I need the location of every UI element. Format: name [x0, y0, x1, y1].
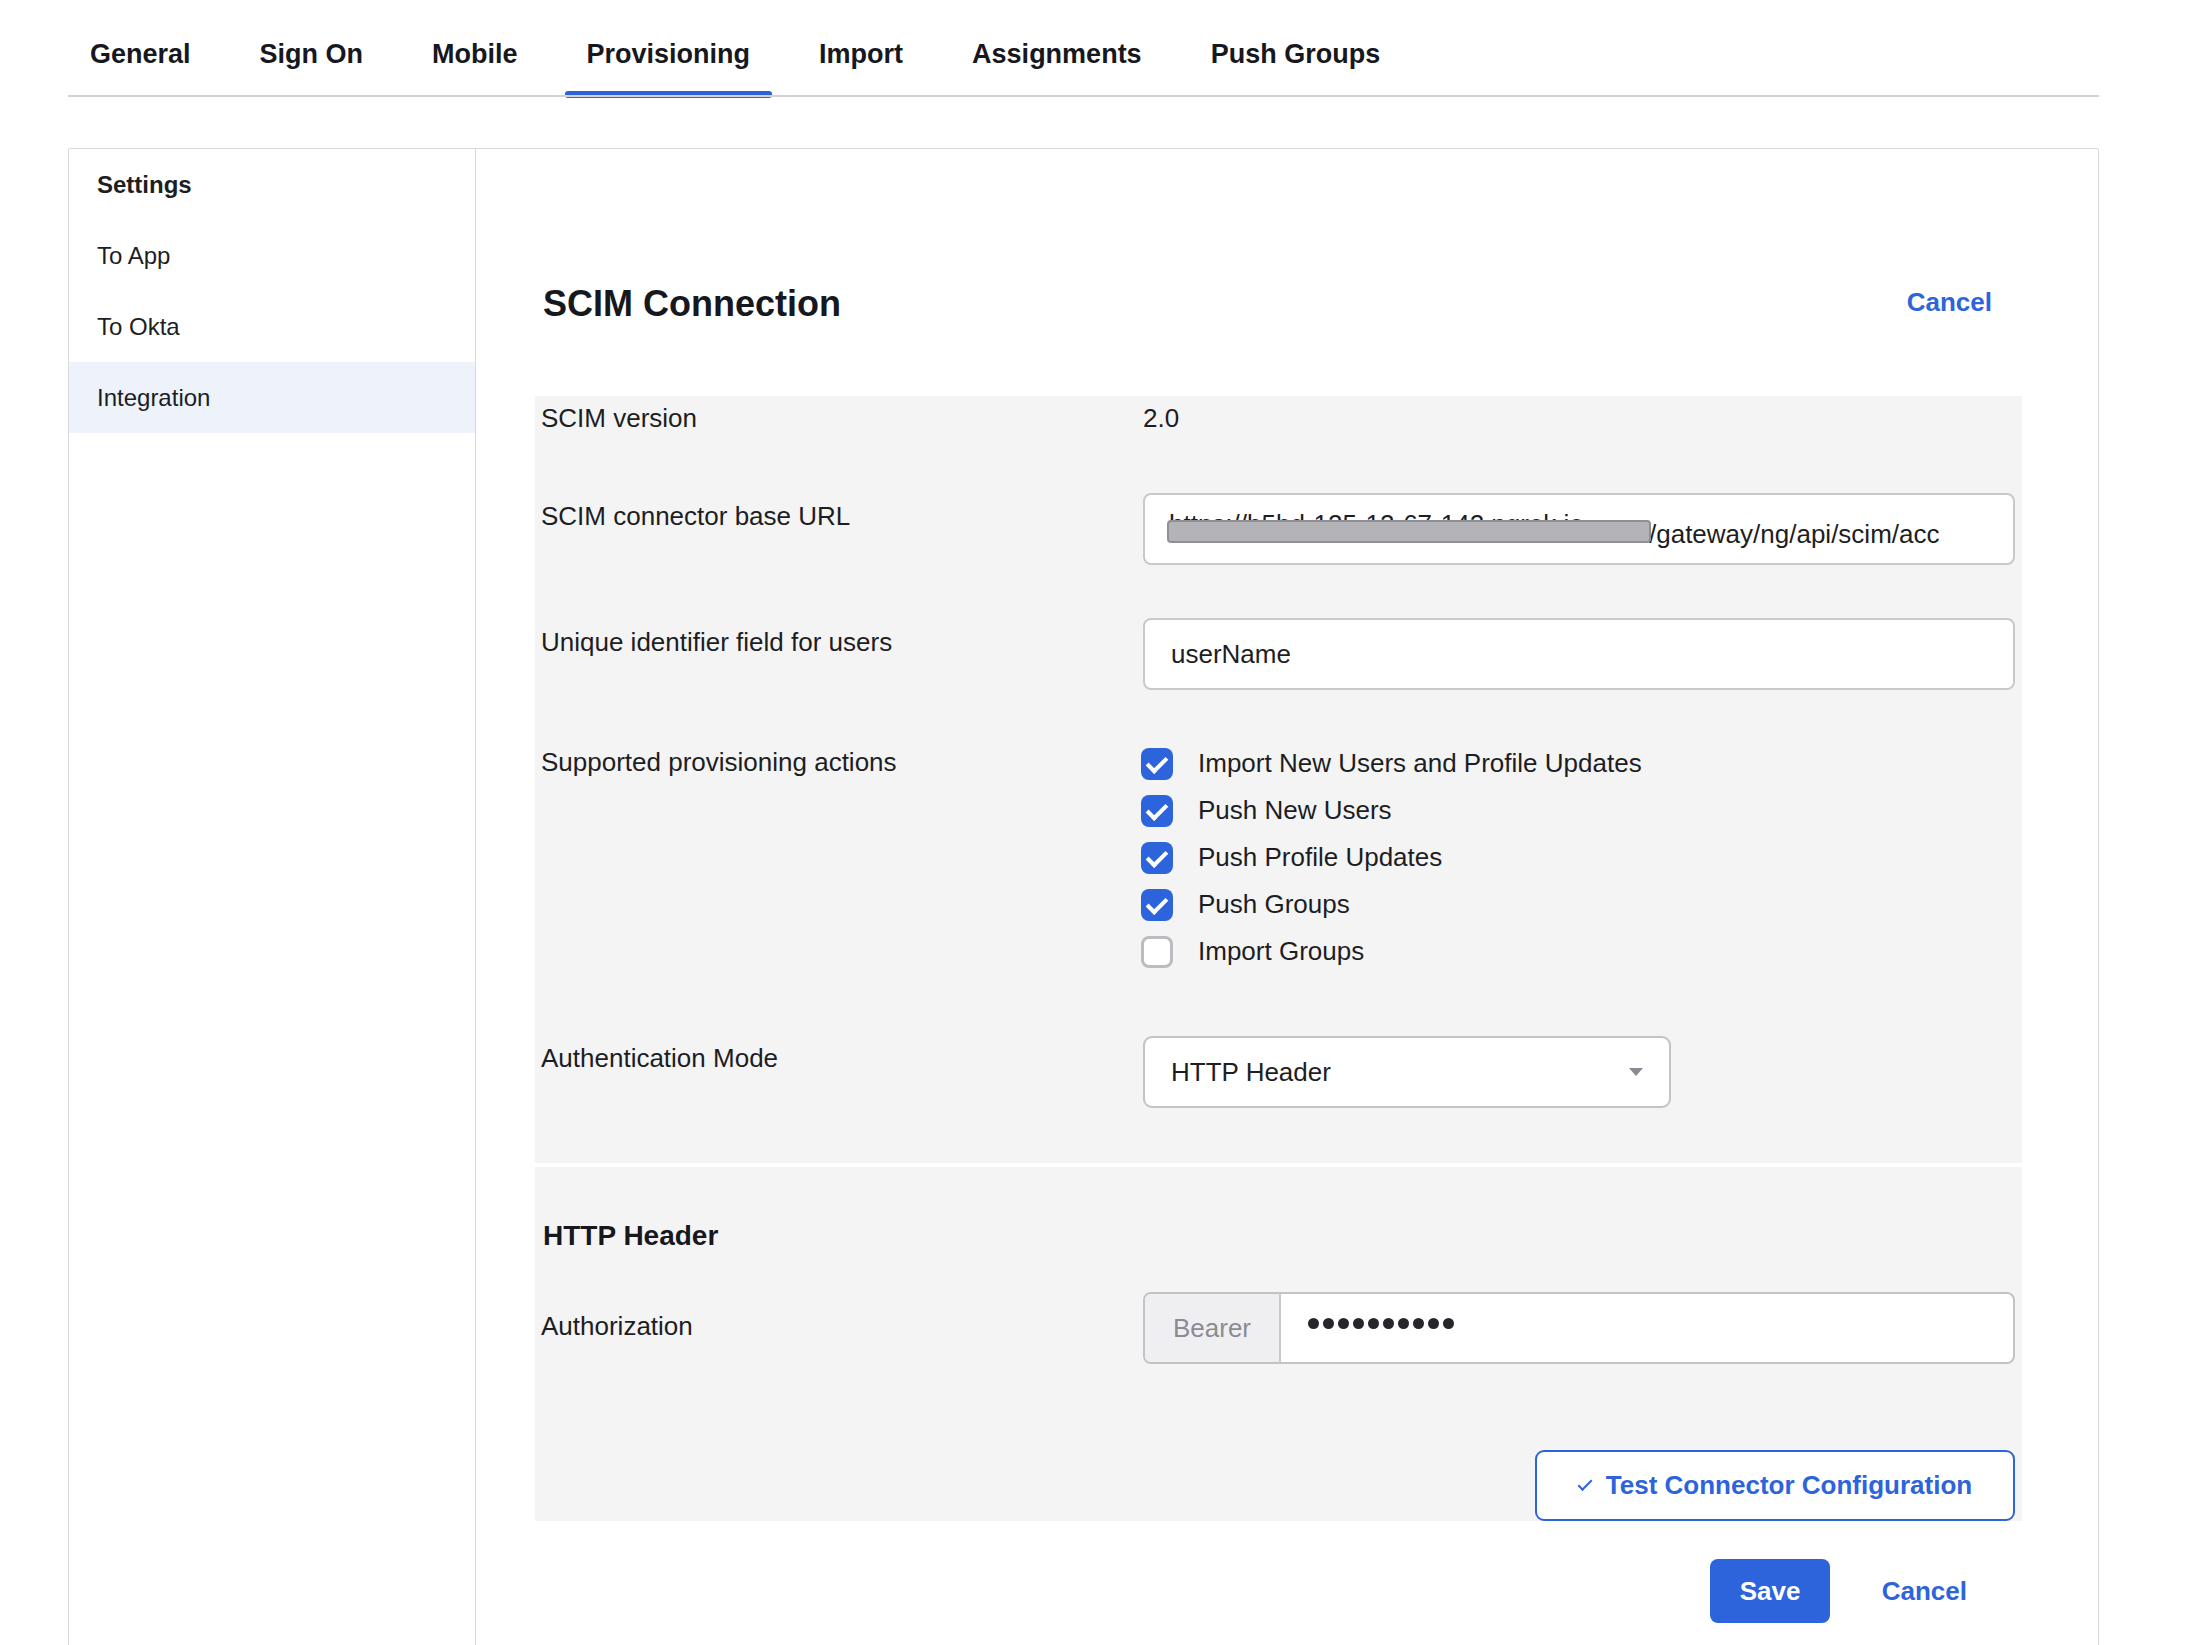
password-dot: [1413, 1318, 1424, 1329]
password-dot: [1428, 1318, 1439, 1329]
checkbox-label: Push Profile Updates: [1198, 842, 1442, 873]
checkbox-label: Import New Users and Profile Updates: [1198, 748, 1642, 779]
auth-mode-select[interactable]: HTTP Header: [1143, 1036, 1671, 1108]
tab-provisioning[interactable]: Provisioning: [565, 0, 773, 98]
settings-sidebar: Settings To App To Okta Integration: [69, 149, 476, 1645]
actions-label: Supported provisioning actions: [541, 747, 897, 778]
tab-assignments[interactable]: Assignments: [950, 0, 1164, 98]
cancel-link-top[interactable]: Cancel: [1880, 287, 1992, 318]
checkbox-row: Import New Users and Profile Updates: [1141, 739, 1642, 788]
password-dot: [1323, 1318, 1334, 1329]
unique-id-label: Unique identifier field for users: [541, 627, 892, 658]
checkbox-label: Push Groups: [1198, 889, 1350, 920]
cancel-link-bottom[interactable]: Cancel: [1855, 1576, 1967, 1607]
unique-id-input[interactable]: userName: [1143, 618, 2015, 690]
test-connector-button[interactable]: Test Connector Configuration: [1535, 1450, 2015, 1521]
password-dot: [1383, 1318, 1394, 1329]
authorization-token-input[interactable]: [1281, 1294, 1458, 1352]
checkbox-push-groups[interactable]: [1141, 889, 1173, 921]
check-icon: [1577, 1476, 1592, 1491]
scim-version-value: 2.0: [1143, 403, 1179, 434]
http-header-section-title: HTTP Header: [543, 1220, 718, 1252]
checkbox-row: Push Groups: [1141, 880, 1350, 929]
authorization-prefix: Bearer: [1145, 1294, 1281, 1362]
chevron-down-icon: [1629, 1068, 1643, 1076]
tabbar-divider: [68, 95, 2099, 97]
checkbox-import-groups[interactable]: [1141, 936, 1173, 968]
auth-mode-value: HTTP Header: [1171, 1057, 1629, 1088]
auth-mode-label: Authentication Mode: [541, 1043, 778, 1074]
sidebar-item-to-app[interactable]: To App: [69, 220, 475, 291]
password-dot: [1338, 1318, 1349, 1329]
save-button[interactable]: Save: [1710, 1559, 1830, 1623]
sidebar-item-to-okta[interactable]: To Okta: [69, 291, 475, 362]
checkbox-import-new-users[interactable]: [1141, 748, 1173, 780]
tab-import[interactable]: Import: [797, 0, 925, 98]
base-url-label: SCIM connector base URL: [541, 501, 850, 532]
checkbox-label: Import Groups: [1198, 936, 1364, 967]
password-dot: [1353, 1318, 1364, 1329]
checkbox-push-new-users[interactable]: [1141, 795, 1173, 827]
test-connector-label: Test Connector Configuration: [1606, 1470, 1972, 1501]
checkbox-push-profile-updates[interactable]: [1141, 842, 1173, 874]
tab-push-groups[interactable]: Push Groups: [1189, 0, 1403, 98]
sidebar-header-settings: Settings: [69, 149, 475, 220]
page-title: SCIM Connection: [543, 283, 841, 325]
tab-mobile[interactable]: Mobile: [410, 0, 540, 98]
checkbox-row: Push New Users: [1141, 786, 1392, 835]
redaction-bar: [1167, 520, 1651, 543]
tab-general[interactable]: General: [68, 0, 213, 98]
password-dot: [1398, 1318, 1409, 1329]
password-dot: [1443, 1318, 1454, 1329]
checkbox-row: Import Groups: [1141, 927, 1364, 976]
unique-id-value: userName: [1171, 639, 1291, 670]
tab-sign-on[interactable]: Sign On: [238, 0, 386, 98]
password-dot: [1308, 1318, 1319, 1329]
base-url-input[interactable]: https://b5bd-125-12-67-142.ngrok.io/gate…: [1143, 493, 2015, 565]
authorization-label: Authorization: [541, 1311, 693, 1342]
authorization-input-group: Bearer: [1143, 1292, 2015, 1364]
password-dot: [1368, 1318, 1379, 1329]
checkbox-row: Push Profile Updates: [1141, 833, 1442, 882]
app-tabs: General Sign On Mobile Provisioning Impo…: [68, 0, 1402, 98]
scim-version-label: SCIM version: [541, 403, 697, 434]
sidebar-item-integration[interactable]: Integration: [69, 362, 475, 433]
checkbox-label: Push New Users: [1198, 795, 1392, 826]
